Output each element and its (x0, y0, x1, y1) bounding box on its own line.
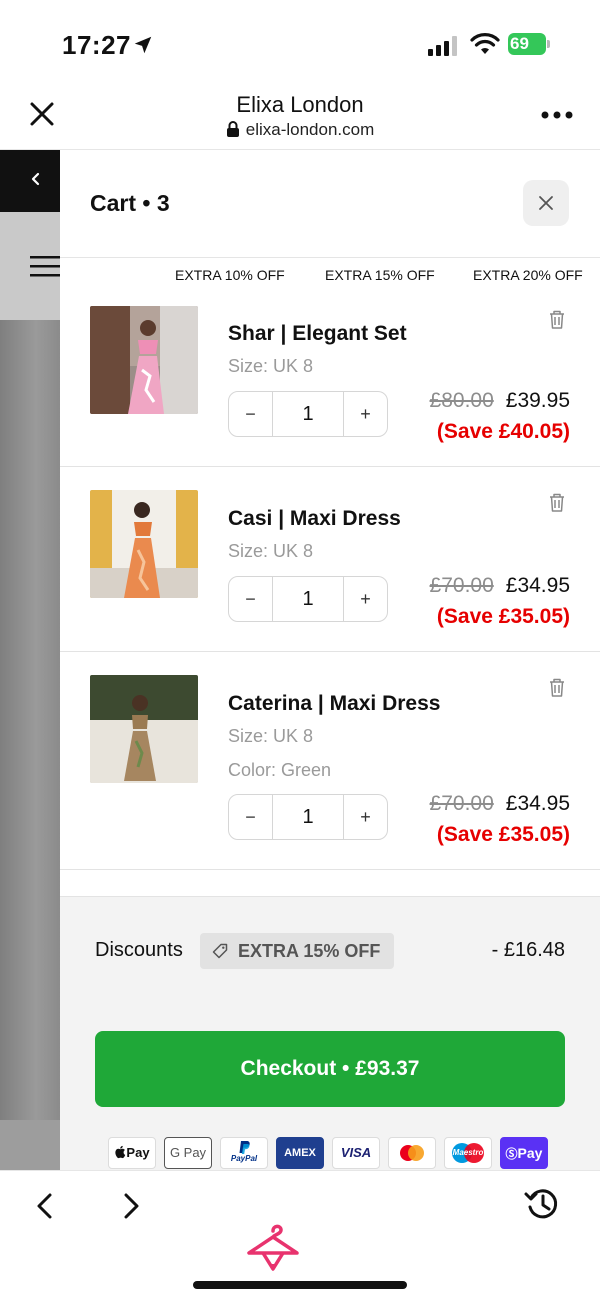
battery-percent: 69 (510, 34, 529, 53)
savings-text: (Save £35.05) (436, 823, 570, 846)
item-color: Color: Green (228, 760, 332, 780)
price-row: £70.00 £34.95 (430, 574, 570, 598)
quantity-input[interactable]: 1 (273, 795, 343, 839)
background-footer (0, 1120, 60, 1170)
discount-badge: EXTRA 15% OFF (200, 933, 395, 969)
battery-tip (547, 40, 550, 48)
battery-icon: 69 (508, 33, 550, 55)
tag-icon (212, 943, 228, 959)
promo-tier-3: EXTRA 20% OFF (473, 267, 583, 283)
increase-quantity-button[interactable]: + (343, 795, 387, 839)
background-header (0, 212, 60, 320)
price-row: £80.00 £39.95 (430, 389, 570, 413)
promo-strip: EXTRA 10% OFF EXTRA 15% OFF EXTRA 20% OF… (60, 258, 600, 288)
hanger-logo-icon (247, 1224, 299, 1271)
background-topbar (0, 150, 60, 212)
discount-code: EXTRA 15% OFF (238, 941, 381, 961)
quantity-input[interactable]: 1 (273, 392, 343, 436)
paypal-logo-icon (239, 1141, 250, 1154)
home-indicator[interactable] (193, 1281, 407, 1289)
trash-icon[interactable] (546, 676, 568, 698)
site-title: Elixa London (236, 92, 364, 117)
price-row: £70.00 £34.95 (430, 792, 570, 816)
site-url-row: elixa-london.com (0, 120, 600, 140)
original-price: £70.00 (429, 792, 494, 815)
cart-close-button[interactable] (523, 180, 569, 226)
item-size: Size: UK 8 (228, 541, 314, 561)
close-icon (539, 196, 553, 210)
original-price: £70.00 (429, 574, 494, 597)
status-time: 17:27 (62, 30, 131, 60)
quantity-input[interactable]: 1 (273, 577, 343, 621)
browser-bottom-bar (0, 1170, 600, 1301)
apple-logo-icon (115, 1145, 126, 1159)
decrease-quantity-button[interactable]: − (229, 577, 273, 621)
background-page (0, 150, 60, 1170)
forward-arrow-icon[interactable] (120, 1191, 142, 1221)
sale-price: £34.95 (505, 574, 570, 597)
cellular-signal-icon (428, 36, 457, 56)
back-arrow-icon[interactable] (34, 1191, 56, 1221)
quantity-stepper: − 1 + (228, 794, 388, 840)
savings-text: (Save £40.05) (436, 420, 570, 443)
sale-price: £39.95 (505, 389, 570, 412)
discounts-label: Discounts (95, 939, 183, 961)
item-size: Size: UK 8 (228, 356, 314, 376)
promo-tier-2: EXTRA 15% OFF (325, 267, 435, 283)
background-image (0, 320, 60, 1120)
quantity-stepper: − 1 + (228, 576, 388, 622)
increase-quantity-button[interactable]: + (343, 392, 387, 436)
site-url: elixa-london.com (245, 120, 375, 139)
hamburger-menu-icon (30, 256, 60, 277)
shop-pay-label: Pay (517, 1145, 543, 1161)
visa-icon: VISA (332, 1137, 380, 1169)
product-image[interactable] (90, 675, 198, 783)
savings-text: (Save £35.05) (436, 605, 570, 628)
cart-drawer: Cart • 3 EXTRA 10% OFF EXTRA 15% OFF EXT… (60, 150, 600, 1170)
increase-quantity-button[interactable]: + (343, 577, 387, 621)
shop-pay-icon: ⓈPay (500, 1137, 548, 1169)
product-image[interactable] (90, 306, 198, 414)
maestro-icon: Maestro (444, 1137, 492, 1169)
item-size: Size: UK 8 (228, 726, 314, 746)
mastercard-logo-icon (400, 1145, 424, 1161)
product-image[interactable] (90, 490, 198, 598)
sale-price: £34.95 (505, 792, 570, 815)
trash-icon[interactable] (546, 308, 568, 330)
cart-title: Cart • 3 (90, 190, 170, 216)
maestro-label: Maestro (452, 1148, 484, 1157)
original-price: £80.00 (429, 389, 494, 412)
chevron-left-icon (31, 172, 40, 186)
mastercard-icon (388, 1137, 436, 1169)
discount-amount: - £16.48 (491, 939, 565, 961)
location-arrow-icon (134, 36, 152, 54)
item-name[interactable]: Shar | Elegant Set (228, 322, 407, 346)
cart-summary: Discounts EXTRA 15% OFF - £16.48 Checkou… (60, 896, 600, 1170)
history-icon[interactable] (523, 1185, 561, 1223)
decrease-quantity-button[interactable]: − (229, 392, 273, 436)
apple-pay-label: Pay (126, 1145, 150, 1160)
checkout-button[interactable]: Checkout • £93.37 (95, 1031, 565, 1107)
paypal-icon: PayPal (220, 1137, 268, 1169)
cart-header: Cart • 3 (60, 150, 600, 258)
item-name[interactable]: Caterina | Maxi Dress (228, 692, 440, 716)
amex-icon: AMEX (276, 1137, 324, 1169)
decrease-quantity-button[interactable]: − (229, 795, 273, 839)
cart-item: Casi | Maxi Dress Size: UK 8 − 1 + £70.0… (60, 467, 600, 652)
google-pay-icon: G Pay (164, 1137, 212, 1169)
promo-tier-1: EXTRA 10% OFF (175, 267, 285, 283)
wifi-icon (470, 33, 500, 54)
apple-pay-icon: Pay (108, 1137, 156, 1169)
status-bar: 17:27 69 (0, 0, 600, 88)
cart-item: Shar | Elegant Set Size: UK 8 − 1 + £80.… (60, 288, 600, 467)
browser-header: Elixa London elixa-london.com (0, 88, 600, 150)
item-name[interactable]: Casi | Maxi Dress (228, 507, 401, 531)
cart-item: Caterina | Maxi Dress Size: UK 8 Color: … (60, 652, 600, 870)
battery-level: 69 (508, 33, 546, 55)
lock-icon (226, 121, 239, 137)
trash-icon[interactable] (546, 491, 568, 513)
quantity-stepper: − 1 + (228, 391, 388, 437)
more-options-icon[interactable] (540, 110, 574, 120)
